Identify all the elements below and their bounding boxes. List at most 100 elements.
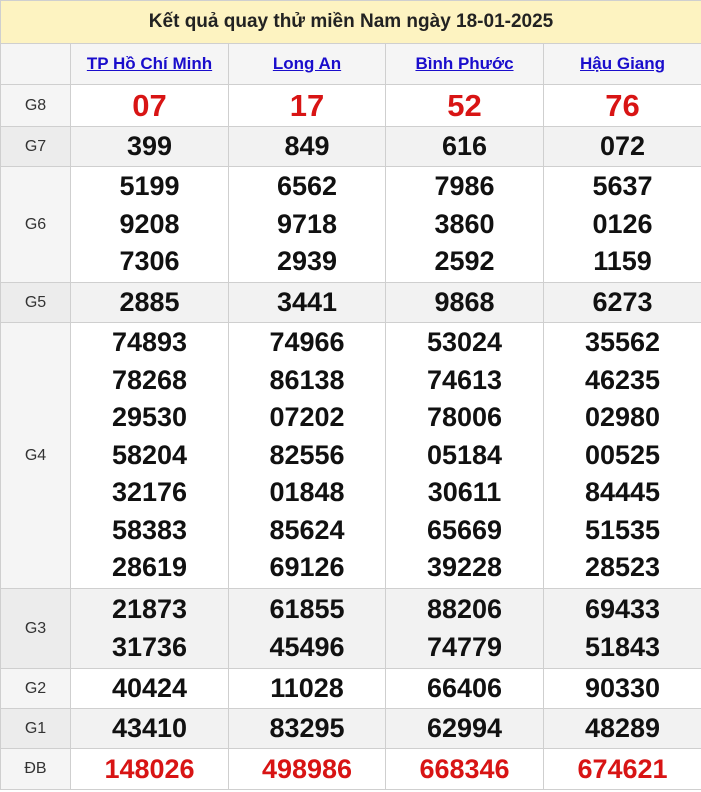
province-link-tp-ho-chi-minh[interactable]: TP Hồ Chí Minh	[87, 54, 212, 73]
prize-number: 11028	[270, 672, 344, 703]
prize-number: 85624	[269, 514, 345, 545]
province-link-long-an[interactable]: Long An	[273, 54, 341, 73]
prize-number: 2939	[276, 246, 338, 277]
prize-cell: 48289	[542, 708, 701, 749]
prize-number: 83295	[269, 712, 345, 743]
prize-number: 00525	[584, 439, 661, 470]
prize-cell: 5199 9208 7306	[70, 166, 229, 283]
prize-number: 07	[132, 87, 167, 123]
prize-row: G5 2885 3441 9868 6273	[0, 282, 701, 323]
prize-number: 498986	[261, 754, 353, 784]
prize-label: G8	[0, 84, 71, 127]
prize-number: 28523	[584, 552, 661, 583]
prize-number: 39228	[426, 552, 503, 583]
prize-cell: 52	[385, 84, 544, 127]
province-header: TP Hồ Chí Minh	[70, 43, 229, 85]
prize-label: G1	[0, 708, 71, 749]
prize-number: 86138	[269, 364, 345, 395]
prize-cell: 61855 45496	[228, 588, 386, 669]
prize-number: 53024	[426, 327, 503, 358]
province-header: Long An	[228, 43, 386, 85]
prize-number: 1159	[593, 246, 652, 277]
prize-number: 45496	[269, 631, 345, 662]
prize-number: 74613	[426, 364, 503, 395]
lottery-results-table: Kết quả quay thử miền Nam ngày 18-01-202…	[0, 0, 701, 790]
prize-cell: 674621	[542, 748, 701, 790]
prize-cell: 3441	[228, 282, 386, 323]
prize-cell: 62994	[385, 708, 544, 749]
prize-number: 52	[447, 87, 482, 123]
prize-number: 74966	[269, 327, 345, 358]
prize-number: 69126	[269, 552, 345, 583]
prize-number: 7986	[434, 171, 495, 202]
prize-number: 43410	[111, 712, 188, 743]
prize-cell: 43410	[70, 708, 229, 749]
prize-number: 32176	[111, 477, 188, 508]
prize-number: 29530	[111, 402, 188, 433]
prize-cell: 9868	[385, 282, 544, 323]
prize-number: 74893	[111, 327, 188, 358]
prize-number: 668346	[419, 754, 510, 784]
prize-number: 31736	[111, 631, 188, 662]
prize-number: 01848	[269, 477, 345, 508]
header-blank-cell	[0, 43, 71, 85]
prize-number: 3441	[276, 286, 338, 317]
prize-cell: 6562 9718 2939	[228, 166, 386, 283]
prize-row: G8 07 17 52 76	[0, 84, 701, 127]
prize-row: G6 5199 9208 7306 6562 9718 2939 7986 3860 2592 56…	[0, 166, 701, 283]
prize-number: 05184	[426, 439, 503, 470]
prize-number: 9208	[119, 208, 180, 239]
prize-number: 6562	[276, 171, 338, 202]
prize-label: G4	[0, 322, 71, 589]
prize-number: 58204	[111, 439, 188, 470]
prize-number: 3860	[434, 208, 495, 239]
page-title: Kết quả quay thử miền Nam ngày 18-01-202…	[0, 0, 701, 44]
prize-number: 2885	[119, 286, 180, 317]
prize-number: 74779	[426, 631, 503, 662]
province-header: Bình Phước	[385, 43, 544, 85]
prize-number: 616	[441, 130, 488, 161]
prize-cell: 53024 74613 78006 05184 30611 65669 39228	[385, 322, 544, 589]
prize-number: 072	[600, 130, 646, 161]
prize-number: 69433	[584, 594, 661, 624]
prize-number: 51843	[584, 631, 661, 662]
prize-cell: 399	[70, 126, 229, 167]
prize-label: G7	[0, 126, 71, 167]
prize-label: ĐB	[0, 748, 71, 790]
prize-number: 849	[284, 130, 330, 161]
prize-label: G5	[0, 282, 71, 323]
prize-label: G2	[0, 668, 71, 709]
province-link-binh-phuoc[interactable]: Bình Phước	[415, 54, 513, 73]
prize-number: 28619	[111, 552, 188, 583]
prize-cell: 83295	[228, 708, 386, 749]
prize-cell: 2885	[70, 282, 229, 323]
prize-number: 48289	[584, 712, 661, 743]
prize-cell: 69433 51843	[542, 588, 701, 669]
prize-number: 5637	[592, 171, 653, 202]
prize-cell: 74966 86138 07202 82556 01848 85624 69126	[228, 322, 386, 589]
prize-number: 148026	[104, 754, 195, 784]
prize-number: 58383	[111, 514, 188, 545]
prize-cell: 76	[542, 84, 701, 127]
prize-cell: 6273	[542, 282, 701, 323]
prize-number: 399	[126, 130, 173, 161]
prize-number: 9718	[276, 208, 338, 239]
prize-number: 6273	[592, 286, 653, 317]
province-link-hau-giang[interactable]: Hậu Giang	[580, 54, 665, 73]
prize-cell: 21873 31736	[70, 588, 229, 669]
prize-number: 66406	[426, 672, 503, 703]
prize-number: 2592	[434, 246, 495, 277]
prize-cell: 148026	[70, 748, 229, 790]
prize-cell: 11028	[228, 668, 386, 709]
province-header-row: TP Hồ Chí Minh Long An Bình Phước Hậu Gi…	[0, 43, 701, 85]
prize-number: 21873	[111, 594, 188, 624]
prize-cell: 90330	[542, 668, 701, 709]
prize-cell: 7986 3860 2592	[385, 166, 544, 283]
prize-cell: 35562 46235 02980 00525 84445 51535 28523	[542, 322, 701, 589]
prize-label: G3	[0, 588, 71, 669]
prize-number: 90330	[584, 672, 661, 703]
prize-number: 84445	[584, 477, 661, 508]
prize-cell: 88206 74779	[385, 588, 544, 669]
prize-cell: 66406	[385, 668, 544, 709]
prize-number: 61855	[269, 594, 345, 624]
